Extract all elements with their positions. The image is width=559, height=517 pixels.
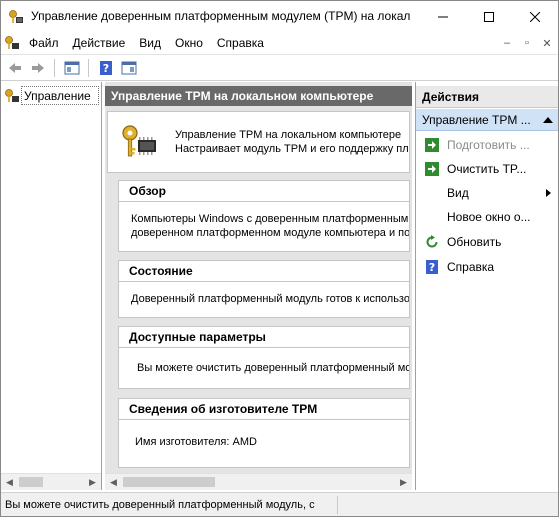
status-text: Вы можете очистить доверенный платформен… bbox=[5, 499, 315, 511]
section-status: Состояние Доверенный платформенный модул… bbox=[118, 260, 410, 318]
action-help[interactable]: ? Справка bbox=[416, 256, 558, 278]
section-text: Компьютеры Windows с доверенным платформ… bbox=[131, 213, 409, 225]
section-text: Доверенный платформенный модуль готов к … bbox=[131, 293, 410, 305]
green-arrow-icon bbox=[425, 138, 439, 152]
intro-title: Управление TPM на локальном компьютере bbox=[175, 129, 402, 141]
section-text: Вы можете очистить доверенный платформен… bbox=[137, 362, 410, 374]
mmc-app-icon[interactable] bbox=[4, 35, 20, 51]
close-button[interactable] bbox=[512, 1, 558, 32]
back-button[interactable] bbox=[4, 57, 26, 79]
show-hide-action-pane-button[interactable] bbox=[118, 57, 140, 79]
actions-group-tpm[interactable]: Управление TPM ... bbox=[416, 109, 558, 131]
title-bar[interactable]: Управление доверенным платформенным моду… bbox=[1, 1, 558, 32]
scroll-left-arrow-icon[interactable]: ◀ bbox=[1, 474, 18, 491]
section-title[interactable]: Сведения об изготовителе TPM bbox=[119, 399, 409, 420]
scroll-right-arrow-icon[interactable]: ▶ bbox=[395, 474, 412, 491]
section-title[interactable]: Обзор bbox=[119, 181, 409, 202]
menu-bar: Файл Действие Вид Окно Справка – ▫ ✕ bbox=[1, 32, 558, 54]
refresh-icon bbox=[426, 235, 438, 248]
section-title[interactable]: Доступные параметры bbox=[119, 327, 409, 348]
scroll-thumb[interactable] bbox=[19, 477, 43, 487]
back-arrow-icon bbox=[9, 62, 21, 73]
forward-arrow-icon bbox=[32, 62, 44, 73]
forward-button[interactable] bbox=[27, 57, 49, 79]
details-horizontal-scrollbar[interactable]: ◀ ▶ bbox=[105, 473, 412, 490]
action-prepare-tpm[interactable]: Подготовить ... bbox=[416, 134, 558, 156]
menu-view[interactable]: Вид bbox=[132, 32, 168, 54]
status-separator bbox=[337, 496, 338, 514]
collapse-triangle-icon[interactable] bbox=[543, 117, 553, 123]
menu-action[interactable]: Действие bbox=[66, 32, 133, 54]
mdi-close-button[interactable]: ✕ bbox=[538, 35, 556, 51]
tree-item-label: Управление bbox=[24, 89, 91, 103]
actions-group-label: Управление TPM ... bbox=[422, 113, 531, 127]
help-icon: ? bbox=[426, 260, 438, 274]
actions-header: Действия bbox=[416, 86, 558, 108]
action-label: Подготовить ... bbox=[447, 138, 530, 152]
toolbar-separator bbox=[88, 58, 89, 77]
details-pane-body: Управление TPM на локальном компьютере Н… bbox=[105, 109, 412, 472]
mdi-minimize-button[interactable]: – bbox=[498, 35, 516, 51]
tree-horizontal-scrollbar[interactable]: ◀ ▶ bbox=[1, 473, 101, 490]
action-pane-icon bbox=[121, 61, 137, 74]
toolbar-separator bbox=[54, 58, 55, 77]
status-bar: Вы можете очистить доверенный платформен… bbox=[1, 492, 558, 516]
section-text: доверенном платформенном модуле компьюте… bbox=[131, 227, 410, 239]
action-label: Вид bbox=[447, 186, 469, 200]
section-available-options: Доступные параметры Вы можете очистить д… bbox=[118, 326, 410, 389]
action-new-window[interactable]: Новое окно о... bbox=[416, 206, 558, 228]
menu-window[interactable]: Окно bbox=[168, 32, 210, 54]
svg-text:?: ? bbox=[103, 62, 109, 75]
scroll-left-arrow-icon[interactable]: ◀ bbox=[105, 474, 122, 491]
action-label: Справка bbox=[447, 260, 495, 274]
section-title[interactable]: Состояние bbox=[119, 261, 409, 282]
action-clear-tpm[interactable]: Очистить TP... bbox=[416, 158, 558, 180]
tpm-chip-icon bbox=[9, 10, 23, 23]
section-manufacturer-info: Сведения об изготовителе TPM Имя изготов… bbox=[118, 398, 410, 468]
scroll-right-arrow-icon[interactable]: ▶ bbox=[84, 474, 101, 491]
menu-help[interactable]: Справка bbox=[210, 32, 271, 54]
green-arrow-icon bbox=[425, 162, 439, 176]
help-icon: ? bbox=[100, 60, 112, 75]
console-tree-pane: Управление ◀ ▶ bbox=[1, 82, 102, 490]
action-refresh[interactable]: Обновить bbox=[416, 231, 558, 253]
submenu-arrow-icon bbox=[546, 189, 551, 197]
show-hide-tree-button[interactable] bbox=[61, 57, 83, 79]
action-label: Обновить bbox=[447, 235, 502, 249]
action-view[interactable]: Вид bbox=[416, 182, 558, 204]
tpm-key-chip-icon bbox=[122, 125, 156, 157]
svg-text:?: ? bbox=[429, 261, 435, 274]
section-overview: Обзор Компьютеры Windows с доверенным пл… bbox=[118, 180, 410, 252]
minimize-icon bbox=[438, 16, 448, 17]
maximize-button[interactable] bbox=[466, 1, 512, 32]
help-button[interactable]: ? bbox=[95, 57, 117, 79]
console-tree-icon bbox=[64, 61, 80, 74]
minimize-button[interactable] bbox=[420, 1, 466, 32]
toolbar: ? bbox=[1, 54, 558, 81]
action-label: Новое окно о... bbox=[447, 210, 531, 224]
details-pane: Управление TPM на локальном компьютере У… bbox=[105, 82, 412, 490]
actions-pane: Действия Управление TPM ... Подготовить … bbox=[415, 82, 558, 490]
tree-item-tpm-management[interactable]: Управление bbox=[4, 87, 91, 105]
mdi-restore-button[interactable]: ▫ bbox=[518, 35, 536, 51]
action-label: Очистить TP... bbox=[447, 162, 527, 176]
maximize-icon bbox=[484, 11, 494, 22]
window-title: Управление доверенным платформенным моду… bbox=[31, 9, 411, 23]
tpm-chip-icon bbox=[5, 89, 19, 102]
details-pane-header: Управление TPM на локальном компьютере bbox=[105, 86, 412, 106]
intro-description: Настраивает модуль TPM и его поддержку п… bbox=[175, 143, 409, 155]
intro-panel: Управление TPM на локальном компьютере Н… bbox=[107, 111, 410, 173]
scroll-thumb[interactable] bbox=[123, 477, 215, 487]
mmc-window: Управление доверенным платформенным моду… bbox=[0, 0, 559, 517]
close-icon bbox=[530, 11, 540, 22]
manufacturer-name: Имя изготовителя: AMD bbox=[135, 436, 257, 448]
menu-file[interactable]: Файл bbox=[22, 32, 66, 54]
